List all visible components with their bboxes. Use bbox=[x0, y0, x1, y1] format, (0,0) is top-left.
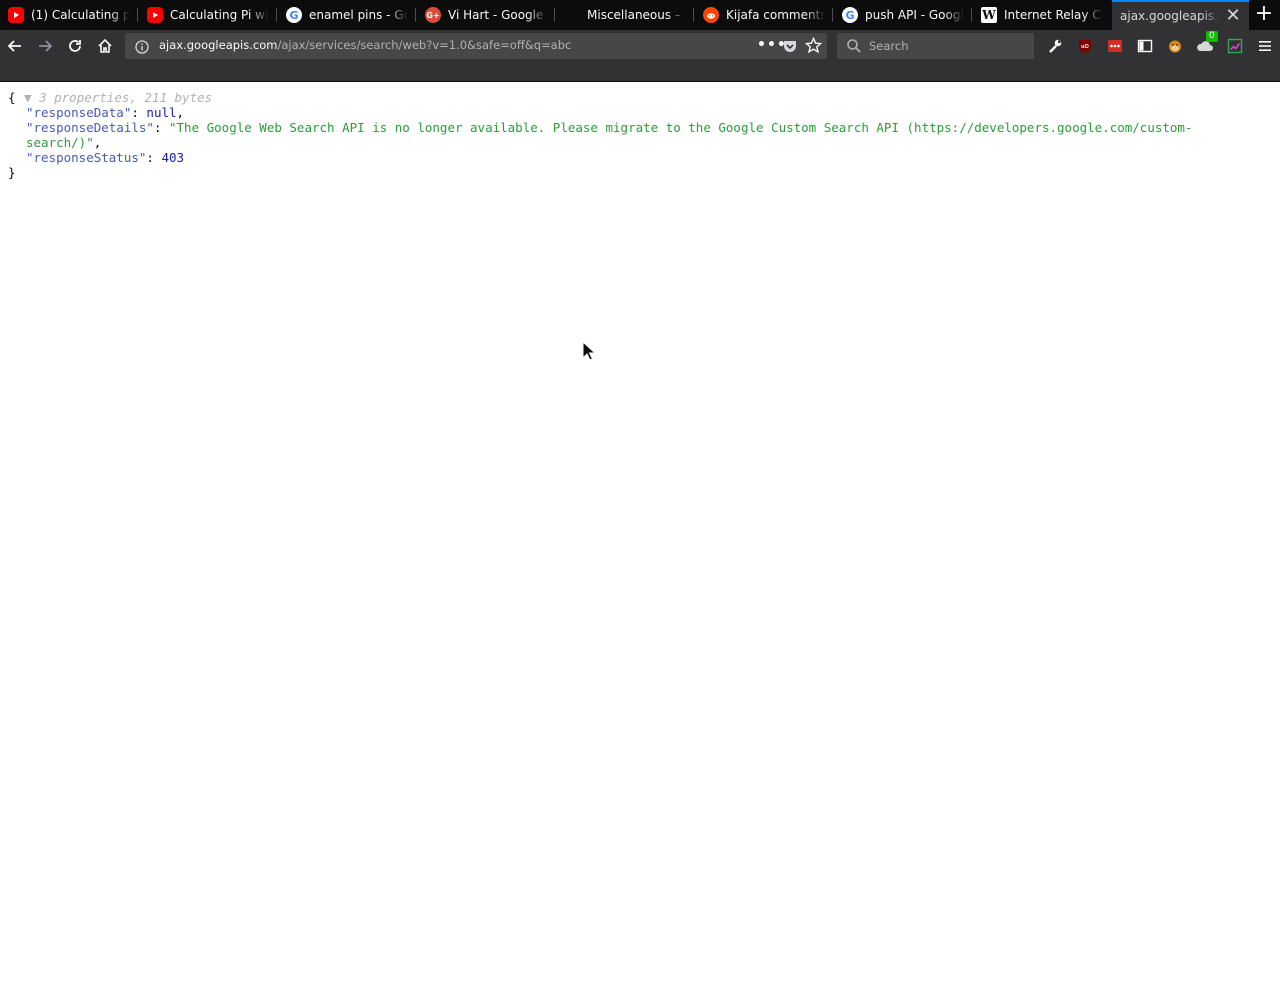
pocket-icon[interactable] bbox=[782, 38, 798, 58]
ublock-shield-icon: uO bbox=[1079, 39, 1091, 53]
svg-text:uO: uO bbox=[1081, 44, 1089, 50]
bookmark-star-icon[interactable] bbox=[804, 36, 823, 58]
json-string-value: "The Google Web Search API is no longer … bbox=[169, 120, 1193, 135]
tab-title: Internet Relay Cha bbox=[1004, 8, 1103, 22]
forward-arrow-icon bbox=[39, 40, 53, 52]
json-key: "responseData" bbox=[26, 105, 132, 120]
tab-title: enamel pins - Goo bbox=[309, 8, 408, 22]
json-summary[interactable]: ▼ 3 properties, 211 bytes bbox=[24, 90, 212, 105]
url-host: ajax.googleapis.com bbox=[159, 38, 278, 52]
lastpass-button[interactable] bbox=[1103, 34, 1127, 58]
tab-miscellaneous[interactable]: Miscellaneous – Di bbox=[556, 0, 694, 30]
chart-extension-button[interactable] bbox=[1223, 34, 1247, 58]
hamburger-menu-icon bbox=[1259, 41, 1271, 51]
tab-ajax-googleapis-active[interactable]: ajax.googleapis.co ✕ bbox=[1112, 0, 1249, 30]
developer-tools-button[interactable] bbox=[1043, 34, 1067, 58]
tab-title: ajax.googleapis.co bbox=[1120, 9, 1221, 23]
tab-reddit-kijafa[interactable]: Kijafa comments o bbox=[695, 0, 833, 30]
tab-google-plus-vi-hart[interactable]: G+ Vi Hart - Google+ bbox=[417, 0, 555, 30]
google-icon: G bbox=[286, 7, 302, 23]
chart-extension-icon bbox=[1227, 38, 1243, 54]
tab-title: Miscellaneous – Di bbox=[587, 8, 686, 22]
tab-separator bbox=[971, 8, 972, 22]
url-bar[interactable]: ajax.googleapis.com/ajax/services/search… bbox=[125, 33, 827, 59]
json-line-response-details: "responseDetails": "The Google Web Searc… bbox=[26, 120, 1193, 135]
json-line-open: { bbox=[8, 90, 16, 105]
mouse-cursor-icon bbox=[582, 340, 597, 365]
home-button[interactable] bbox=[93, 34, 117, 58]
toolbar-bottom-strip bbox=[0, 62, 1280, 82]
ublock-origin-button[interactable]: uO bbox=[1073, 34, 1097, 58]
tab-separator bbox=[832, 8, 833, 22]
json-key: "responseStatus" bbox=[26, 150, 147, 165]
blank-favicon-icon bbox=[564, 7, 580, 23]
tab-wikipedia-irc[interactable]: W Internet Relay Cha bbox=[973, 0, 1111, 30]
navigation-toolbar: ajax.googleapis.com/ajax/services/search… bbox=[0, 30, 1280, 62]
json-line-close: } bbox=[8, 165, 16, 180]
tab-separator bbox=[554, 8, 555, 22]
greasemonkey-button[interactable] bbox=[1163, 34, 1187, 58]
tab-google-enamel-pins[interactable]: G enamel pins - Goo bbox=[278, 0, 416, 30]
new-tab-button[interactable]: + bbox=[1252, 3, 1276, 27]
json-number-value: 403 bbox=[161, 150, 185, 165]
json-line-response-status: "responseStatus": 403 bbox=[26, 150, 184, 165]
json-viewer: { ▼ 3 properties, 211 bytes "responseDat… bbox=[0, 82, 1280, 984]
back-arrow-icon bbox=[7, 40, 21, 52]
tab-separator bbox=[415, 8, 416, 22]
home-icon bbox=[98, 38, 112, 53]
reddit-icon bbox=[703, 7, 719, 23]
json-string-value-continued: search/)" bbox=[26, 135, 94, 150]
json-open-brace: { bbox=[8, 90, 16, 105]
tab-youtube-calculating-pi-1[interactable]: (1) Calculating pi b bbox=[0, 0, 138, 30]
url-path: /ajax/services/search/web?v=1.0&safe=off… bbox=[277, 38, 572, 52]
reload-icon bbox=[69, 40, 81, 52]
tab-title: push API - Google bbox=[865, 8, 964, 22]
json-comma: , bbox=[176, 105, 185, 120]
json-null-value: null bbox=[146, 105, 177, 120]
json-colon: : bbox=[131, 105, 147, 120]
tab-strip: (1) Calculating pi b Calculating Pi with… bbox=[0, 0, 1280, 30]
tab-title: (1) Calculating pi b bbox=[31, 8, 130, 22]
lastpass-icon bbox=[1108, 40, 1122, 52]
sidebar-icon bbox=[1137, 39, 1153, 53]
forward-button[interactable] bbox=[33, 34, 57, 58]
json-line-response-details-wrap: search/)", bbox=[26, 135, 101, 150]
tab-title: Kijafa comments o bbox=[726, 8, 825, 22]
reload-button[interactable] bbox=[63, 34, 87, 58]
tab-title: Vi Hart - Google+ bbox=[448, 8, 547, 22]
menu-button[interactable] bbox=[1253, 34, 1277, 58]
tab-title: Calculating Pi with bbox=[170, 8, 269, 22]
wikipedia-icon: W bbox=[981, 7, 997, 23]
back-button[interactable] bbox=[3, 34, 27, 58]
notification-badge: 0 bbox=[1206, 31, 1218, 42]
search-bar[interactable]: Search bbox=[837, 33, 1034, 59]
tab-separator bbox=[693, 8, 694, 22]
json-colon: : bbox=[153, 120, 169, 135]
close-tab-icon[interactable]: ✕ bbox=[1225, 7, 1241, 25]
json-key: "responseDetails" bbox=[26, 120, 154, 135]
info-icon[interactable] bbox=[135, 39, 149, 58]
sidebar-button[interactable] bbox=[1133, 34, 1157, 58]
google-icon: G bbox=[842, 7, 858, 23]
json-comma: , bbox=[93, 135, 102, 150]
monkey-icon bbox=[1169, 40, 1181, 53]
youtube-icon bbox=[8, 7, 24, 23]
url-text[interactable]: ajax.googleapis.com/ajax/services/search… bbox=[159, 38, 571, 52]
tab-separator bbox=[137, 8, 138, 22]
tab-youtube-calculating-pi-2[interactable]: Calculating Pi with bbox=[139, 0, 277, 30]
youtube-icon bbox=[147, 7, 163, 23]
search-icon bbox=[846, 38, 862, 58]
search-placeholder: Search bbox=[869, 39, 909, 53]
json-summary-text: 3 properties, 211 bytes bbox=[39, 90, 213, 105]
wrench-icon bbox=[1049, 39, 1062, 53]
json-line-response-data: "responseData": null, bbox=[26, 105, 184, 120]
cloud-sync-button[interactable]: 0 bbox=[1193, 31, 1218, 58]
tab-separator bbox=[276, 8, 277, 22]
tab-google-push-api[interactable]: G push API - Google bbox=[834, 0, 972, 30]
google-plus-icon: G+ bbox=[425, 7, 441, 23]
json-colon: : bbox=[146, 150, 162, 165]
collapse-toggle-icon[interactable]: ▼ bbox=[24, 90, 39, 105]
json-close-brace: } bbox=[8, 165, 16, 180]
